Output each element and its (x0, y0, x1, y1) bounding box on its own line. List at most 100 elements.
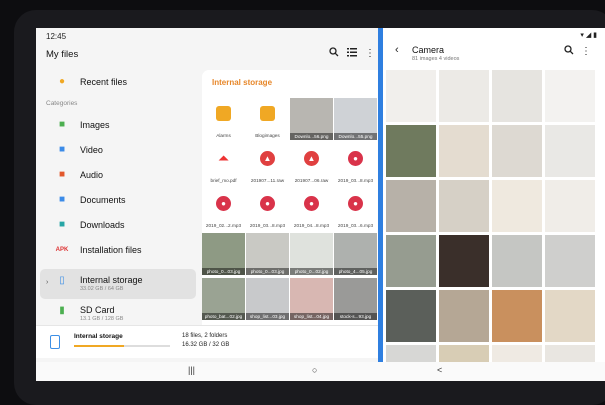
sidebar-item-label: Images (80, 120, 110, 130)
file-name: 2019_03...6.mp3 (337, 223, 374, 228)
sidebar: ● Recent files Categories ■ Images ■ Video ■… (36, 70, 200, 329)
photo-thumbnail[interactable] (439, 290, 489, 342)
storage-usage: 16.32 GB / 32 GB (182, 342, 230, 348)
photo-thumbnail[interactable] (386, 290, 436, 342)
storage-info: 18 files, 2 folders 16.32 GB / 32 GB (182, 332, 229, 350)
sidebar-item-label: Internal storage (80, 275, 143, 285)
photo-thumbnail[interactable] (492, 290, 542, 342)
image-thumbnail[interactable]: stock-s...93.jpg (334, 278, 377, 320)
storage-progress (74, 345, 170, 347)
file-tile[interactable]: ● 2019_04...8.mp3 (290, 188, 333, 230)
image-icon: ■ (58, 119, 66, 130)
sidebar-item-images[interactable]: ■ Images (40, 113, 196, 138)
back-arrow-icon[interactable]: ‹ (395, 44, 399, 56)
recents-button[interactable]: ||| (188, 365, 195, 375)
folder-icon (216, 106, 231, 121)
photo-thumbnail[interactable] (492, 345, 542, 362)
more-options-icon[interactable]: ⋮ (363, 47, 377, 61)
file-tile[interactable]: ● 2019_02...2.mp3 (202, 188, 245, 230)
search-icon[interactable] (327, 47, 341, 61)
file-name: shop_list...04.jpg (290, 313, 333, 320)
my-files-header: My files ⋮ (46, 47, 376, 65)
sidebar-item-recent-files[interactable]: ● Recent files (40, 70, 196, 95)
raw-file-icon: ▲ (304, 151, 319, 166)
sidebar-item-downloads[interactable]: ■ Downloads (40, 213, 196, 238)
file-name: 2019_02...2.mp3 (205, 223, 242, 228)
file-tile[interactable]: Blogimages (246, 98, 289, 140)
sidebar-item-internal-storage[interactable]: › ▯ Internal storage 33.02 GB / 64 GB (40, 269, 196, 299)
back-button[interactable]: < (437, 365, 442, 375)
audio-file-icon: ● (304, 196, 319, 211)
sidebar-item-video[interactable]: ■ Video (40, 138, 196, 163)
pdf-icon: ⏶ (217, 150, 230, 166)
photo-thumbnail[interactable] (545, 125, 595, 177)
photo-thumbnail[interactable] (545, 180, 595, 232)
sidebar-item-label: Downloads (80, 220, 125, 230)
photo-thumbnail[interactable] (439, 70, 489, 122)
file-name: Blogimages (255, 133, 280, 138)
image-thumbnail[interactable]: photo_bat...02.jpg (202, 278, 245, 320)
file-name: 2019_04...8.mp3 (293, 223, 330, 228)
file-tile[interactable]: ⏶ brief_mo.pdf (202, 143, 245, 185)
image-thumbnail[interactable]: photo_0...02.jpg (290, 233, 333, 275)
image-thumbnail[interactable]: photo_0...03.jpg (246, 233, 289, 275)
file-name: photo_bat...02.jpg (202, 313, 245, 320)
photo-thumbnail[interactable] (545, 290, 595, 342)
sidebar-item-label: Audio (80, 170, 104, 180)
image-thumbnail[interactable]: Downlo...55.png (334, 98, 377, 140)
status-icons: ▾ ◢ ▮ (580, 32, 597, 39)
audio-file-icon: ● (348, 196, 363, 211)
sidebar-item-label: Installation files (80, 245, 142, 255)
file-name: photo_0...02.jpg (290, 268, 333, 275)
sd-card-icon: ▮ (59, 305, 65, 316)
image-thumbnail[interactable]: Downlo...56.png (290, 98, 333, 140)
photo-thumbnail[interactable] (439, 345, 489, 362)
image-thumbnail[interactable]: shop_list...04.jpg (290, 278, 333, 320)
file-tile[interactable]: Alarms (202, 98, 245, 140)
image-thumbnail[interactable]: photo_0...03.jpg (202, 233, 245, 275)
file-tile[interactable]: ▲ 201907...11.raw (246, 143, 289, 185)
file-name: photo_0...03.jpg (246, 268, 289, 275)
file-tile[interactable]: ● 2019_03...8.mp3 (334, 143, 377, 185)
photo-thumbnail[interactable] (386, 125, 436, 177)
panel-title: Internal storage (212, 78, 273, 87)
photo-thumbnail[interactable] (439, 180, 489, 232)
file-name: brief_mo.pdf (210, 178, 237, 183)
photo-thumbnail[interactable] (439, 125, 489, 177)
more-options-icon[interactable]: ⋮ (579, 45, 593, 59)
internal-storage-panel: Internal storage Alarms Blogimages Downlo.… (202, 70, 378, 325)
photo-thumbnail[interactable] (386, 180, 436, 232)
photo-thumbnail[interactable] (439, 235, 489, 287)
image-thumbnail[interactable]: photo_4...05.jpg (334, 233, 377, 275)
raw-file-icon: ▲ (260, 151, 275, 166)
sidebar-item-label: Recent files (80, 77, 128, 87)
photo-thumbnail[interactable] (386, 235, 436, 287)
sidebar-item-documents[interactable]: ■ Documents (40, 188, 196, 213)
photo-thumbnail[interactable] (492, 235, 542, 287)
photo-thumbnail[interactable] (492, 70, 542, 122)
photo-thumbnail[interactable] (545, 70, 595, 122)
photo-thumbnail[interactable] (492, 180, 542, 232)
sidebar-item-installation-files[interactable]: APK Installation files (40, 238, 196, 263)
file-tile[interactable]: ● 2019_03...8.mp3 (246, 188, 289, 230)
categories-heading: Categories (46, 100, 78, 107)
sidebar-item-audio[interactable]: ■ Audio (40, 163, 196, 188)
photo-thumbnail[interactable] (545, 235, 595, 287)
file-tile[interactable]: ▲ 201907...06.raw (290, 143, 333, 185)
photo-thumbnail[interactable] (386, 345, 436, 362)
photo-thumbnail[interactable] (492, 125, 542, 177)
list-view-icon[interactable] (345, 47, 359, 61)
audio-file-icon: ● (348, 151, 363, 166)
home-button[interactable]: ○ (312, 365, 317, 375)
storage-name: Internal storage (74, 333, 123, 340)
status-time: 12:45 (46, 32, 67, 41)
storage-summary-bar: Internal storage 18 files, 2 folders 16.… (36, 325, 378, 358)
photo-thumbnail[interactable] (545, 345, 595, 362)
folder-icon (260, 106, 275, 121)
file-tile[interactable]: ● 2019_03...6.mp3 (334, 188, 377, 230)
file-name: 2019_03...8.mp3 (249, 223, 286, 228)
photo-thumbnail[interactable] (386, 70, 436, 122)
search-icon[interactable] (562, 45, 576, 59)
file-name: 201907...11.raw (250, 178, 285, 183)
image-thumbnail[interactable]: shop_list...03.jpg (246, 278, 289, 320)
